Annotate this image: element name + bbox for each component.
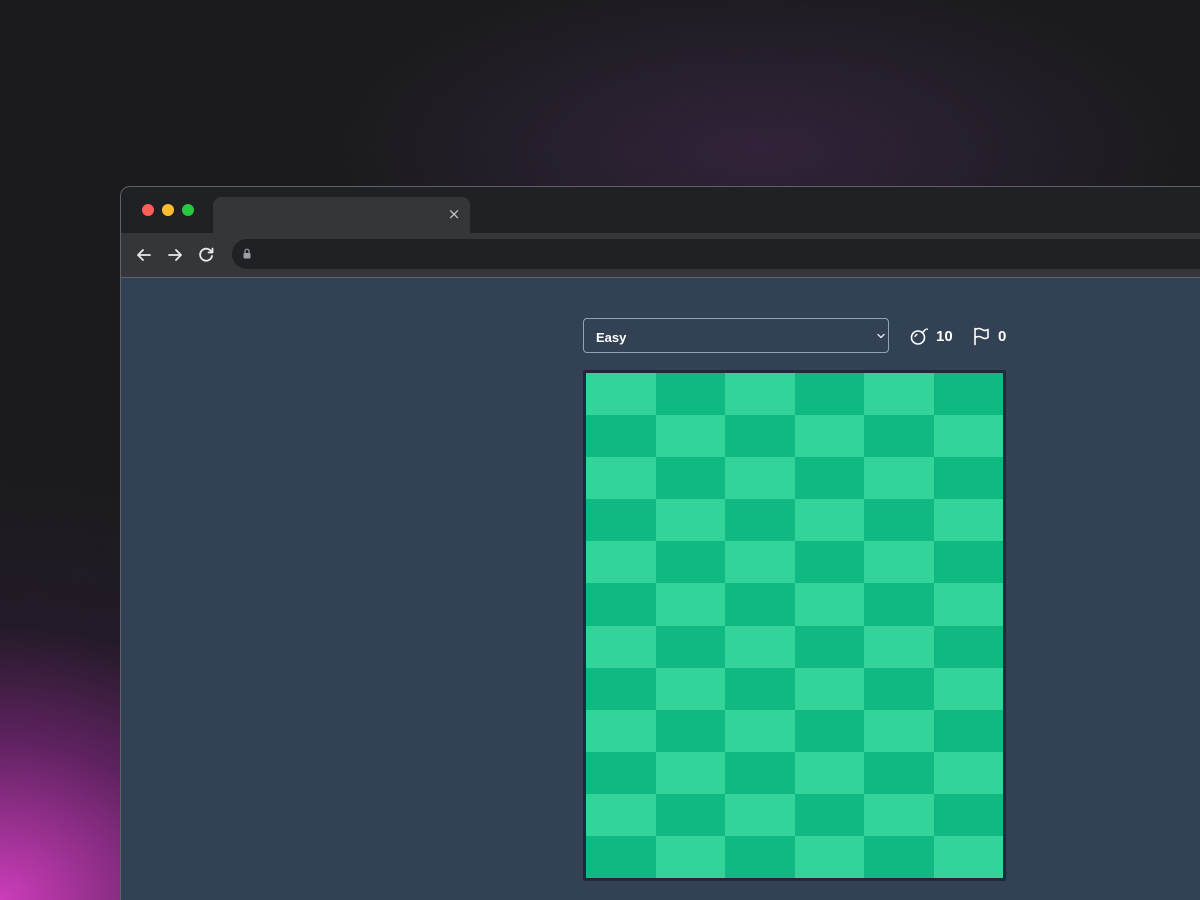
board-cell[interactable] xyxy=(656,710,725,752)
board-cell[interactable] xyxy=(725,541,795,583)
board-cell[interactable] xyxy=(795,752,864,794)
board-cell[interactable] xyxy=(864,583,934,626)
board-cell[interactable] xyxy=(725,499,795,541)
chevron-down-icon xyxy=(877,333,885,339)
board-cell[interactable] xyxy=(934,541,1003,583)
board-cell[interactable] xyxy=(656,794,725,836)
board-cell[interactable] xyxy=(864,836,934,878)
board-cell[interactable] xyxy=(725,710,795,752)
mine-count: 10 xyxy=(936,328,953,345)
board-cell[interactable] xyxy=(795,668,864,710)
board-cell[interactable] xyxy=(795,710,864,752)
board-cell[interactable] xyxy=(864,626,934,668)
flag-count: 0 xyxy=(998,328,1007,345)
board-cell[interactable] xyxy=(586,415,656,457)
board-cell[interactable] xyxy=(656,836,725,878)
window-maximize-button[interactable] xyxy=(182,204,194,216)
board-cell[interactable] xyxy=(586,499,656,541)
board-cell[interactable] xyxy=(795,583,864,626)
board-cell[interactable] xyxy=(656,583,725,626)
board-cell[interactable] xyxy=(934,668,1003,710)
board-cell[interactable] xyxy=(586,626,656,668)
board-cell[interactable] xyxy=(586,710,656,752)
page-content: Easy 10 0 xyxy=(121,278,1200,900)
lock-icon xyxy=(243,248,251,259)
forward-button[interactable] xyxy=(163,243,187,267)
board-cell[interactable] xyxy=(725,583,795,626)
board-cell[interactable] xyxy=(934,752,1003,794)
board-cell[interactable] xyxy=(586,794,656,836)
board-cell[interactable] xyxy=(795,457,864,499)
board-cell[interactable] xyxy=(864,710,934,752)
board-cell[interactable] xyxy=(934,457,1003,499)
board-cell[interactable] xyxy=(795,836,864,878)
board-cell[interactable] xyxy=(725,668,795,710)
difficulty-select[interactable]: Easy xyxy=(583,318,889,353)
browser-window: × Easy 10 0 xyxy=(120,186,1200,900)
address-bar[interactable] xyxy=(232,239,1200,269)
board-cell[interactable] xyxy=(586,752,656,794)
board-cell[interactable] xyxy=(586,583,656,626)
flag-icon xyxy=(974,327,989,346)
board-cell[interactable] xyxy=(934,583,1003,626)
board-cell[interactable] xyxy=(934,794,1003,836)
arrow-right-icon xyxy=(168,249,182,261)
board-cell[interactable] xyxy=(725,626,795,668)
board-cell[interactable] xyxy=(864,541,934,583)
tab-close-icon[interactable]: × xyxy=(446,206,462,222)
board-cell[interactable] xyxy=(725,836,795,878)
board-cell[interactable] xyxy=(586,457,656,499)
board-cell[interactable] xyxy=(864,752,934,794)
board-cell[interactable] xyxy=(725,373,795,415)
board-cell[interactable] xyxy=(795,415,864,457)
board-cell[interactable] xyxy=(864,499,934,541)
board-cell[interactable] xyxy=(934,836,1003,878)
board-cell[interactable] xyxy=(864,668,934,710)
board-cell[interactable] xyxy=(586,668,656,710)
minesweeper-board xyxy=(583,370,1006,881)
board-cell[interactable] xyxy=(656,626,725,668)
board-cell[interactable] xyxy=(934,373,1003,415)
tab-strip: × xyxy=(121,187,1200,233)
board-cell[interactable] xyxy=(934,499,1003,541)
board-cell[interactable] xyxy=(586,836,656,878)
board-cell[interactable] xyxy=(795,626,864,668)
board-cell[interactable] xyxy=(795,373,864,415)
board-cell[interactable] xyxy=(864,415,934,457)
board-cell[interactable] xyxy=(586,541,656,583)
window-minimize-button[interactable] xyxy=(162,204,174,216)
board-cell[interactable] xyxy=(586,373,656,415)
reload-icon xyxy=(199,247,214,262)
board-cell[interactable] xyxy=(934,710,1003,752)
board-cell[interactable] xyxy=(795,794,864,836)
browser-tab[interactable]: × xyxy=(213,197,470,233)
window-close-button[interactable] xyxy=(142,204,154,216)
board-cell[interactable] xyxy=(656,668,725,710)
board-cell[interactable] xyxy=(795,541,864,583)
board-cell[interactable] xyxy=(864,373,934,415)
board-cell[interactable] xyxy=(656,752,725,794)
board-cell[interactable] xyxy=(656,457,725,499)
bomb-icon xyxy=(910,328,929,345)
board-cell[interactable] xyxy=(725,457,795,499)
board-cell[interactable] xyxy=(864,794,934,836)
board-cell[interactable] xyxy=(656,415,725,457)
board-cell[interactable] xyxy=(934,415,1003,457)
board-cell[interactable] xyxy=(934,626,1003,668)
back-button[interactable] xyxy=(132,243,156,267)
board-grid xyxy=(586,373,1003,878)
board-cell[interactable] xyxy=(725,752,795,794)
board-cell[interactable] xyxy=(656,541,725,583)
board-cell[interactable] xyxy=(656,499,725,541)
board-cell[interactable] xyxy=(795,499,864,541)
game-controls: Easy 10 0 xyxy=(583,318,1023,354)
board-cell[interactable] xyxy=(864,457,934,499)
arrow-left-icon xyxy=(137,249,151,261)
difficulty-value: Easy xyxy=(596,330,627,345)
board-cell[interactable] xyxy=(725,415,795,457)
reload-button[interactable] xyxy=(194,243,218,267)
board-cell[interactable] xyxy=(656,373,725,415)
board-cell[interactable] xyxy=(725,794,795,836)
browser-toolbar xyxy=(121,233,1200,278)
